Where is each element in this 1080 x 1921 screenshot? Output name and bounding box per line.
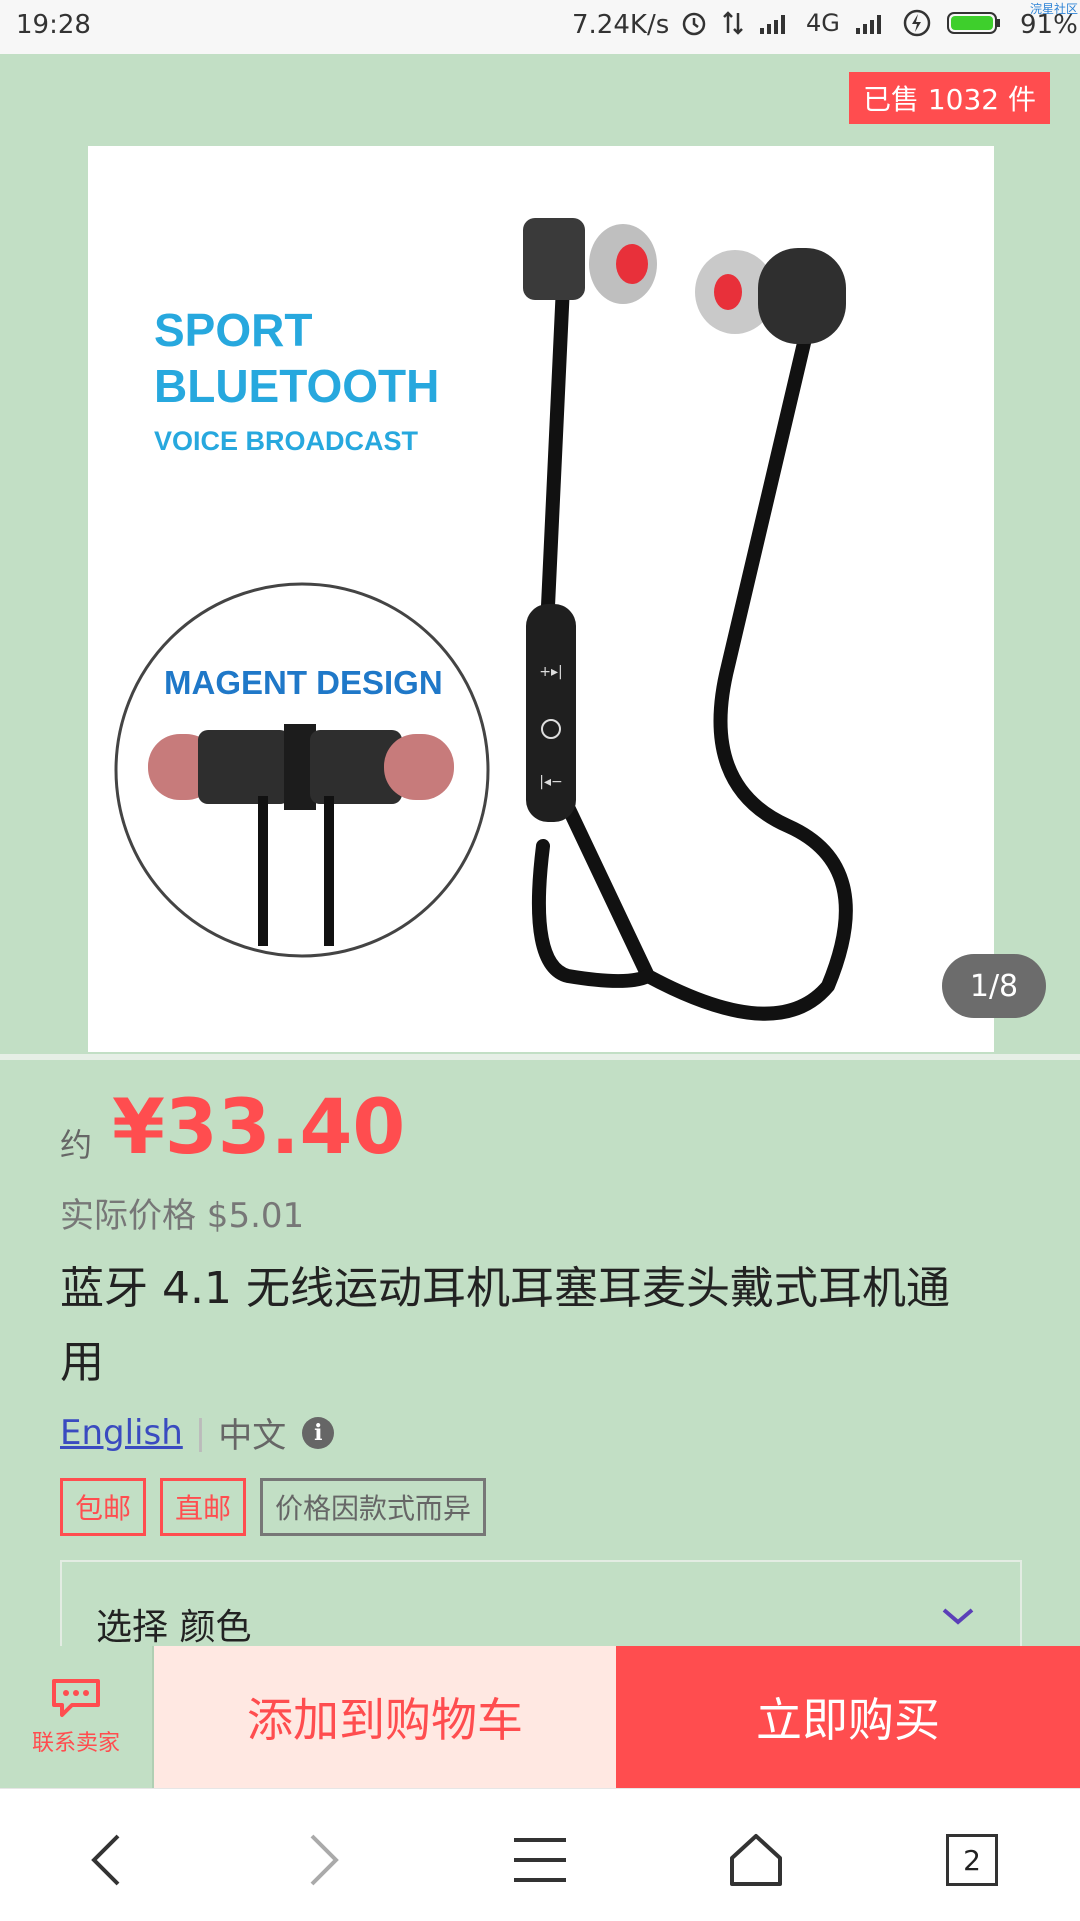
lang-separator: |	[194, 1412, 207, 1453]
image-text-voice: VOICE BROADCAST	[154, 426, 419, 456]
earphones-illustration: SPORT BLUETOOTH VOICE BROADCAST MAGENT D…	[114, 218, 853, 1021]
home-button[interactable]	[716, 1820, 796, 1900]
tag-direct-mail: 直邮	[160, 1478, 247, 1536]
product-title: 蓝牙 4.1 无线运动耳机耳塞耳麦头戴式耳机通用	[60, 1263, 950, 1388]
contact-seller-label: 联系卖家	[31, 1731, 120, 1756]
image-counter: 1/8	[942, 954, 1046, 1018]
signal-icon-2	[855, 15, 881, 34]
forward-icon	[310, 1834, 339, 1886]
info-icon[interactable]: i	[302, 1416, 335, 1449]
menu-button[interactable]	[500, 1820, 580, 1900]
color-selector-label: 选择 颜色	[96, 1607, 252, 1648]
right-earbud	[695, 248, 846, 344]
forward-button[interactable]	[284, 1820, 364, 1900]
alarm-icon	[682, 12, 706, 36]
charging-icon	[903, 9, 931, 37]
menu-icon	[514, 1838, 566, 1882]
chat-icon	[52, 1679, 100, 1717]
divider	[0, 1054, 1080, 1060]
product-image[interactable]: SPORT BLUETOOTH VOICE BROADCAST MAGENT D…	[88, 146, 994, 1052]
tag-free-shipping: 包邮	[60, 1478, 147, 1536]
main-earphones	[531, 279, 853, 1021]
back-button[interactable]	[66, 1820, 146, 1900]
status-time: 19:28	[16, 10, 91, 40]
approx-label: 约	[60, 1126, 93, 1164]
svg-text:|◂−: |◂−	[539, 774, 562, 790]
tabs-button[interactable]: 2	[932, 1820, 1012, 1900]
language-switch: English | 中文 i	[60, 1408, 335, 1457]
image-text-bluetooth: BLUETOOTH	[154, 360, 439, 412]
buy-now-button[interactable]: 立即购买	[616, 1646, 1080, 1788]
status-icons: 4G	[680, 8, 1002, 38]
battery-icon	[946, 12, 1000, 34]
tag-price-varies: 价格因款式而异	[260, 1478, 487, 1536]
contact-seller-button[interactable]: 联系卖家	[0, 1646, 154, 1788]
tab-count: 2	[946, 1834, 998, 1886]
status-bar: 19:28 7.24K/s 4G 91% 浣星社区	[0, 0, 1080, 54]
inline-remote: +▸| |◂−	[526, 604, 576, 822]
actual-price: 实际价格 $5.01	[60, 1196, 305, 1236]
chevron-down-icon[interactable]	[940, 1604, 976, 1628]
network-type: 4G	[806, 9, 840, 37]
lang-chinese-link[interactable]: 中文	[218, 1408, 286, 1457]
back-icon	[91, 1834, 120, 1886]
data-transfer-icon	[723, 11, 743, 35]
home-icon	[730, 1834, 782, 1886]
product-price: ¥33.40	[112, 1082, 406, 1171]
add-to-cart-button[interactable]: 添加到购物车	[154, 1646, 616, 1788]
signal-icon	[760, 15, 785, 34]
product-tags: 包邮 直邮 价格因款式而异	[60, 1478, 487, 1536]
image-text-magent: MAGENT DESIGN	[164, 664, 443, 701]
left-earbud	[523, 218, 657, 304]
image-text-sport: SPORT	[154, 304, 312, 356]
network-speed: 7.24K/s	[572, 10, 670, 40]
sold-count-badge: 已售 1032 件	[848, 72, 1050, 124]
svg-text:+▸|: +▸|	[539, 664, 562, 680]
corner-tag: 浣星社区	[1029, 2, 1078, 16]
lang-english-link[interactable]: English	[60, 1413, 183, 1453]
